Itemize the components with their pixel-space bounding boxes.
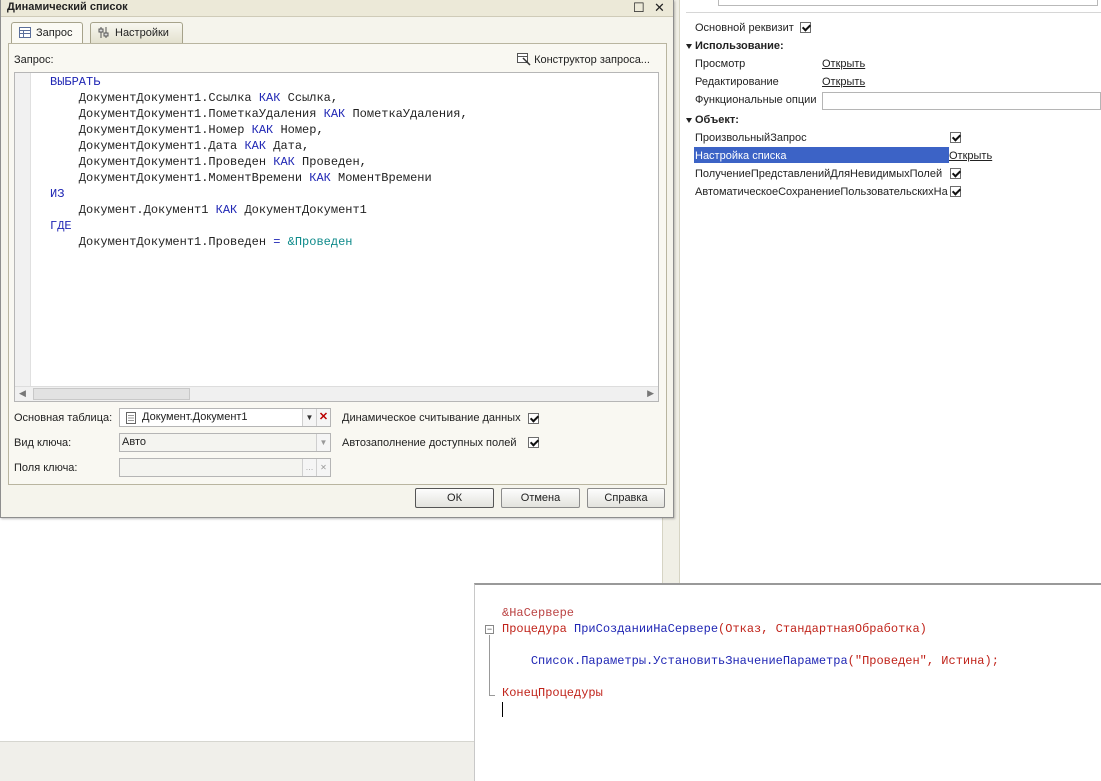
ellipsis-icon[interactable]: … [302,459,316,476]
fold-line [489,635,490,695]
properties-top-field[interactable] [718,0,1098,6]
query-label: Запрос: [14,54,54,66]
prop-row-list-settings: Настройка списка Открыть [664,148,1101,164]
editor-horizontal-scrollbar[interactable]: ◀ ▶ [15,386,658,401]
help-button[interactable]: Справка [587,488,665,508]
module-code: &НаСервере Процедура ПриСозданииНаСервер… [502,605,999,701]
collapse-icon[interactable]: − [485,625,494,634]
prop-row-edit: Редактирование Открыть [664,74,1101,90]
view-open-link[interactable]: Открыть [822,56,865,72]
list-settings-open-link[interactable]: Открыть [949,148,992,164]
tab-settings[interactable]: Настройки [90,22,183,43]
call-args-token: ("Проведен", [847,654,942,668]
query-text: ВЫБРАТЬ ДокументДокумент1.Ссылка КАК Ссы… [50,75,468,249]
view-label: Просмотр [695,58,746,70]
edit-open-link[interactable]: Открыть [822,74,865,90]
usage-section-header[interactable]: Использование: [686,38,784,54]
collapse-triangle-icon [686,117,692,123]
main-attribute-label: Основной реквизит [695,22,794,34]
prop-row-get-repr: ПолучениеПредставленийДляНевидимыхПолей [664,166,1101,182]
close-icon[interactable]: ✕ [654,0,665,16]
vertical-splitter[interactable] [662,518,679,583]
module-code-editor[interactable]: − &НаСервере Процедура ПриСозданииНаСерв… [474,583,1101,781]
maximize-icon[interactable]: ☐ [633,0,645,16]
prop-row-main-attribute: Основной реквизит [664,20,1101,36]
key-type-value: Авто [122,436,146,448]
get-repr-label: ПолучениеПредставленийДляНевидимыхПолей [695,168,943,180]
query-constructor-label: Конструктор запроса... [534,54,650,66]
call-object-token: Список.Параметры.УстановитьЗначениеПарам… [530,654,848,668]
main-table-field[interactable]: Документ.Документ1 ▼ ✕ [119,408,331,427]
autosave-label: АвтоматическоеСохранениеПользовательских… [695,186,948,198]
main-table-value: Документ.Документ1 [142,411,248,423]
proc-keyword-token: Процедура [502,622,567,636]
custom-query-checkbox[interactable] [950,132,961,143]
prop-row-autosave: АвтоматическоеСохранениеПользовательских… [664,184,1101,200]
settings-icon [98,27,109,38]
dialog-titlebar[interactable]: Динамический список ☐ ✕ [1,0,673,17]
call-bool-token: Истина [941,654,985,668]
query-text-editor[interactable]: ВЫБРАТЬ ДокументДокумент1.Ссылка КАК Ссы… [14,72,659,402]
end-keyword-token: КонецПроцедуры [502,686,603,700]
func-options-label: Функциональные опции [695,94,817,106]
prop-row-custom-query: ПроизвольныйЗапрос [664,130,1101,146]
table-icon [19,27,31,38]
divider [686,12,1101,13]
bottom-left-pane [0,741,474,781]
text-caret [502,702,503,717]
key-fields-field[interactable]: … ✕ [119,458,331,477]
key-type-label: Вид ключа: [14,437,72,449]
autosave-checkbox[interactable] [950,186,961,197]
dynamic-read-checkbox[interactable] [528,413,539,424]
clear-icon[interactable]: ✕ [316,459,330,476]
proc-params-token: (Отказ, СтандартнаяОбработка) [718,622,927,636]
dropdown-arrow-icon[interactable]: ▼ [316,434,330,451]
autofill-checkbox[interactable] [528,437,539,448]
properties-panel: Основной реквизит Использование: Просмот… [664,0,1101,583]
ok-button[interactable]: ОК [415,488,494,508]
dropdown-arrow-icon[interactable]: ▼ [302,409,316,426]
dynamic-read-label: Динамическое считывание данных [342,412,521,424]
call-end-token: ); [984,654,999,668]
autofill-label: Автозаполнение доступных полей [342,437,517,449]
get-repr-checkbox[interactable] [950,168,961,179]
tab-settings-label: Настройки [115,27,169,39]
proc-name-token: ПриСозданииНаСервере [574,622,719,636]
main-attribute-checkbox[interactable] [800,22,811,33]
scrollbar-thumb[interactable] [33,388,190,400]
tab-query[interactable]: Запрос [11,22,83,44]
list-settings-label: Настройка списка [695,150,787,162]
tab-query-label: Запрос [36,27,73,39]
collapse-triangle-icon [686,43,692,49]
query-constructor-button[interactable]: Конструктор запроса... [517,53,650,66]
prop-row-view: Просмотр Открыть [664,56,1101,72]
clear-icon[interactable]: ✕ [316,409,330,426]
directive-token: &НаСервере [502,606,575,620]
edit-label: Редактирование [695,76,779,88]
dynamic-list-dialog: Динамический список ☐ ✕ Запрос Настройки… [0,0,674,518]
prop-row-func-options: Функциональные опции [664,92,1101,110]
scroll-left-icon[interactable]: ◀ [19,388,26,399]
editor-gutter [15,73,31,387]
cancel-button[interactable]: Отмена [501,488,580,508]
dialog-title: Динамический список [7,1,128,13]
main-table-label: Основная таблица: [14,412,113,424]
func-options-field[interactable] [822,92,1101,110]
scroll-right-icon[interactable]: ▶ [647,388,654,399]
custom-query-label: ПроизвольныйЗапрос [695,132,807,144]
document-icon [126,412,136,424]
key-type-select[interactable]: Авто ▼ [119,433,331,452]
fold-line-end [489,695,495,696]
key-fields-label: Поля ключа: [14,462,78,474]
object-section-header[interactable]: Объект: [686,112,739,128]
constructor-icon [517,53,531,66]
